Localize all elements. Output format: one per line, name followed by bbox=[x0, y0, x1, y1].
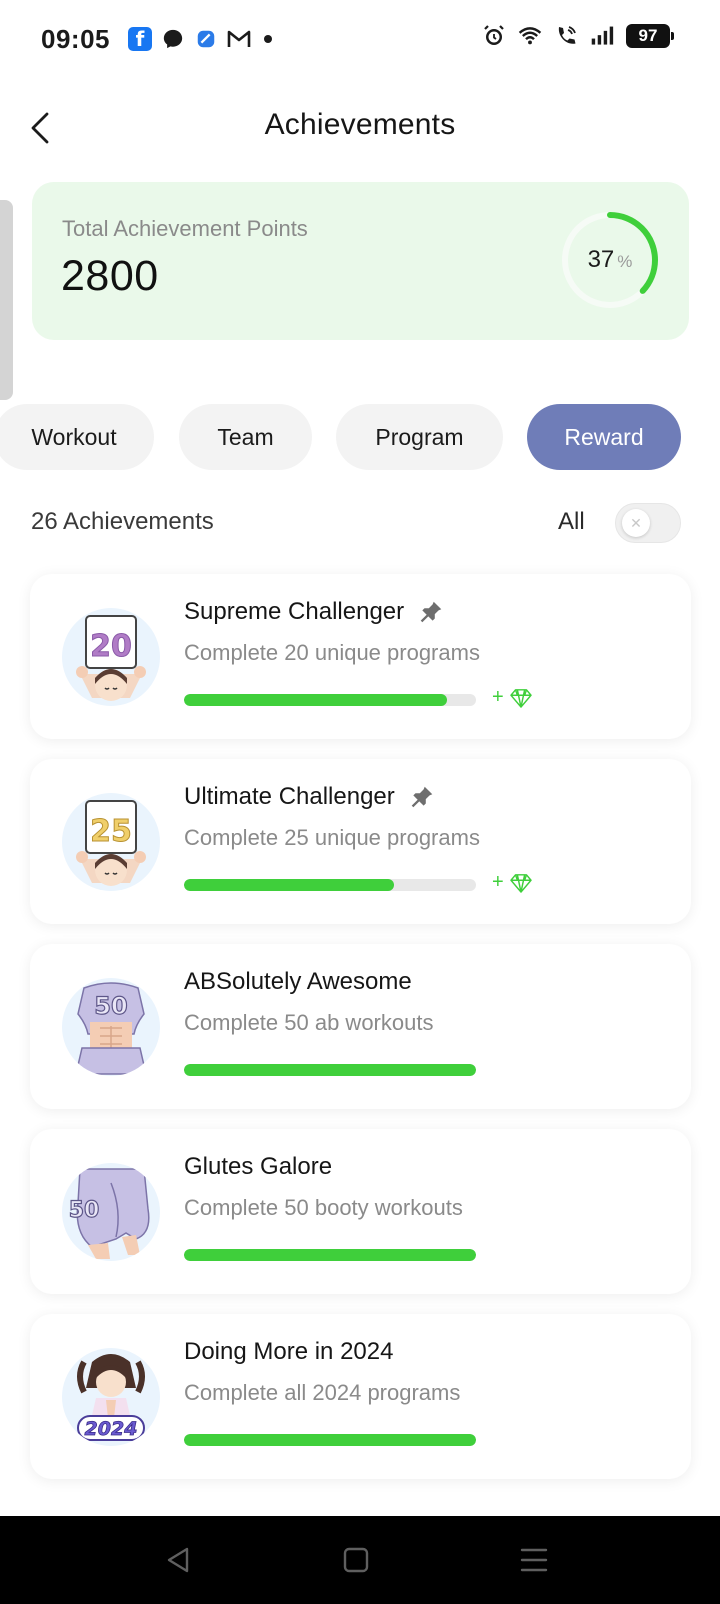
tab-label: Reward bbox=[564, 423, 644, 450]
tab-label: Workout bbox=[31, 423, 117, 450]
nav-recents-button[interactable] bbox=[514, 1544, 554, 1576]
achievement-description: Complete 50 booty workouts bbox=[184, 1195, 463, 1220]
achievement-description: Complete 20 unique programs bbox=[184, 640, 480, 665]
menu-lines-icon bbox=[520, 1548, 548, 1572]
achievement-progress-bar bbox=[184, 879, 476, 891]
achievement-card[interactable]: 50 Glutes Galore Complete 50 booty worko… bbox=[30, 1129, 691, 1294]
pin-icon[interactable] bbox=[409, 784, 435, 810]
badge-image: 50 bbox=[62, 978, 160, 1076]
achievement-title-text: Ultimate Challenger bbox=[184, 783, 395, 810]
achievement-title-text: Supreme Challenger bbox=[184, 598, 405, 625]
reward-indicator: + bbox=[492, 686, 532, 709]
edge-panel-handle[interactable] bbox=[0, 200, 13, 400]
badge-image: 50 bbox=[62, 1163, 160, 1261]
achievement-title: Doing More in 2024 bbox=[184, 1338, 393, 1366]
app-icon bbox=[194, 27, 218, 51]
tab-label: Program bbox=[375, 423, 464, 450]
progress-unit: % bbox=[617, 252, 633, 271]
show-all-toggle[interactable]: ✕ bbox=[615, 503, 681, 543]
progress-fill bbox=[184, 1064, 476, 1076]
achievement-progress-bar bbox=[184, 1064, 476, 1076]
badge-image: 2024 bbox=[62, 1348, 160, 1446]
status-time: 09:05 bbox=[41, 24, 110, 54]
tab-reward[interactable]: Reward bbox=[527, 404, 681, 470]
total-points-value: 2800 bbox=[61, 252, 159, 300]
notification-icons: f bbox=[128, 27, 272, 51]
progress-ring: 37 % bbox=[559, 209, 661, 311]
reward-indicator: + bbox=[492, 871, 532, 894]
tab-program[interactable]: Program bbox=[336, 404, 503, 470]
achievement-description: Complete 50 ab workouts bbox=[184, 1010, 434, 1035]
badge-number: 2024 bbox=[85, 1418, 138, 1440]
reward-plus: + bbox=[492, 686, 504, 708]
messenger-icon bbox=[161, 27, 185, 51]
pin-icon[interactable] bbox=[418, 599, 444, 625]
achievement-title-text: ABSolutely Awesome bbox=[184, 968, 412, 995]
battery-level: 97 bbox=[638, 26, 658, 45]
tab-team[interactable]: Team bbox=[179, 404, 312, 470]
back-triangle-icon bbox=[167, 1547, 189, 1573]
system-icons: 97 bbox=[482, 24, 674, 48]
filter-all-label: All bbox=[558, 508, 585, 535]
achievement-title-text: Doing More in 2024 bbox=[184, 1338, 394, 1365]
achievement-progress-bar bbox=[184, 1249, 476, 1261]
badge-image: 25 bbox=[62, 793, 160, 891]
dot-icon bbox=[264, 35, 272, 43]
toggle-knob: ✕ bbox=[622, 509, 650, 537]
progress-fill bbox=[184, 694, 447, 706]
status-bar: 09:05 f 97 bbox=[0, 0, 720, 84]
achievement-title-text: Glutes Galore bbox=[184, 1153, 333, 1180]
nav-back-button[interactable] bbox=[158, 1544, 198, 1576]
badge-number: 20 bbox=[90, 629, 132, 664]
nav-home-button[interactable] bbox=[336, 1544, 376, 1576]
tab-label: Team bbox=[217, 423, 274, 450]
reward-plus: + bbox=[492, 871, 504, 893]
badge-number: 50 bbox=[94, 992, 127, 1020]
achievement-title: ABSolutely Awesome bbox=[184, 968, 412, 996]
diamond-icon bbox=[509, 873, 532, 893]
achievement-count: 26 Achievements bbox=[31, 508, 214, 535]
signal-icon bbox=[590, 24, 614, 48]
call-icon bbox=[554, 24, 578, 48]
diamond-icon bbox=[509, 688, 532, 708]
progress-fill bbox=[184, 1249, 476, 1261]
badge-image: 20 bbox=[62, 608, 160, 706]
facebook-icon: f bbox=[128, 27, 152, 51]
progress-percent: 37 bbox=[587, 246, 615, 273]
achievement-card[interactable]: 25 Ultimate Challenger Complete 25 uniqu… bbox=[30, 759, 691, 924]
achievement-title: Glutes Galore bbox=[184, 1153, 332, 1181]
achievement-description: Complete 25 unique programs bbox=[184, 825, 480, 850]
achievement-progress-bar bbox=[184, 694, 476, 706]
achievement-progress-bar bbox=[184, 1434, 476, 1446]
progress-fill bbox=[184, 879, 395, 891]
achievement-title: Ultimate Challenger bbox=[184, 783, 435, 811]
page-title: Achievements bbox=[264, 108, 456, 141]
battery-icon: 97 bbox=[626, 24, 674, 48]
achievement-card[interactable]: 50 ABSolutely Awesome Complete 50 ab wor… bbox=[30, 944, 691, 1109]
tab-workout[interactable]: Workout bbox=[0, 404, 154, 470]
badge-number: 50 bbox=[69, 1198, 100, 1223]
achievement-title: Supreme Challenger bbox=[184, 598, 444, 626]
total-points-card: Total Achievement Points 2800 37 % bbox=[32, 182, 689, 340]
gmail-icon bbox=[227, 27, 251, 51]
alarm-icon bbox=[482, 24, 506, 48]
badge-number: 25 bbox=[90, 814, 132, 849]
home-square-icon bbox=[343, 1547, 369, 1573]
achievement-card[interactable]: 2024 Doing More in 2024 Complete all 202… bbox=[30, 1314, 691, 1479]
achievement-description: Complete all 2024 programs bbox=[184, 1380, 461, 1405]
system-nav-bar bbox=[0, 1516, 720, 1604]
progress-ring-label: 37 % bbox=[559, 209, 661, 311]
wifi-icon bbox=[518, 24, 542, 48]
progress-fill bbox=[184, 1434, 476, 1446]
total-points-label: Total Achievement Points bbox=[62, 216, 308, 241]
achievement-card[interactable]: 20 Supreme Challenger Complete 20 unique… bbox=[30, 574, 691, 739]
category-tabs: Workout Team Program Reward bbox=[0, 404, 720, 470]
